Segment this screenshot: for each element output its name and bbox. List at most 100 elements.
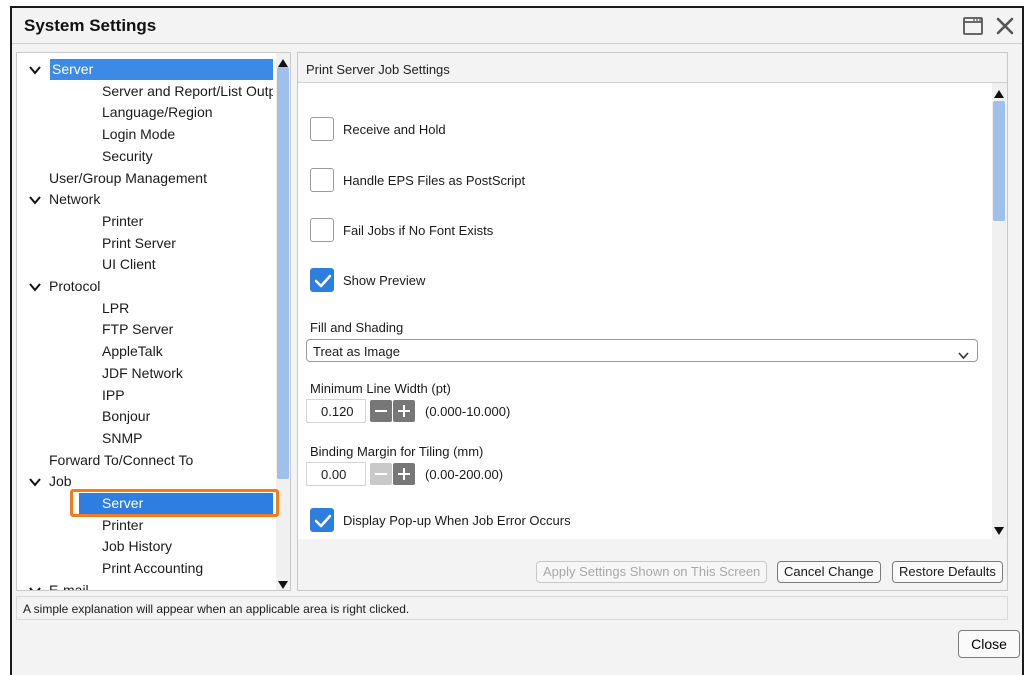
binding-margin-input[interactable] [306,462,366,486]
tree-item[interactable]: Network [17,189,273,210]
min-line-width-input[interactable] [306,399,366,423]
tree-item[interactable]: UI Client [17,254,273,275]
scroll-down-icon[interactable] [994,523,1004,535]
checkbox-box[interactable] [310,117,334,141]
panel-header: Print Server Job Settings [298,53,1007,83]
fill-shading-select[interactable]: Treat as Image [306,339,978,362]
tree-item-label: Server and Report/List Output [102,82,273,99]
tree-item[interactable]: User/Group Management [17,168,273,189]
apply-settings-button[interactable]: Apply Settings Shown on This Screen [536,561,768,583]
checkbox-box[interactable] [310,218,334,242]
min-line-width-range: (0.000-10.000) [425,404,511,419]
tree-item-label: FTP Server [102,321,174,338]
tree-item[interactable]: Protocol [17,276,273,297]
tree-item[interactable]: JDF Network [17,363,273,384]
scroll-up-icon[interactable] [278,55,288,67]
tree-item-label: Job [49,473,72,490]
tree-item[interactable]: Server [29,59,273,80]
tree-item-label: SNMP [102,429,143,446]
tree-item-label: E-mail [49,581,89,591]
status-text: A simple explanation will appear when an… [23,602,410,616]
tree-item-label: IPP [102,386,125,403]
tree-item-label: Login Mode [102,126,176,143]
cancel-change-button[interactable]: Cancel Change [777,561,881,583]
tree-item-label: Server [102,495,144,511]
title-bar: System Settings [12,8,1022,44]
tree-scroll-thumb[interactable] [277,67,289,479]
checkbox-box[interactable] [310,268,334,292]
tree-item[interactable]: Job History [17,536,273,557]
binding-margin-decrement-button[interactable] [370,463,392,485]
fill-shading-label: Fill and Shading [310,320,404,335]
settings-content: Receive and Hold Handle EPS Files as Pos… [298,83,992,539]
tree-item-label: Job History [102,538,173,555]
chevron-down-icon[interactable] [29,65,41,75]
panel-title: Print Server Job Settings [306,62,450,77]
checkbox-label: Show Preview [343,273,426,288]
tree-item[interactable]: Job [17,471,273,492]
tree-item[interactable]: SNMP [17,428,273,449]
tree-item[interactable]: Print Server [17,233,273,254]
tree-item-label: Print Accounting [102,560,204,577]
tree-item-label: JDF Network [102,364,183,381]
tree-item-label: Network [49,191,101,208]
tree-item[interactable]: Server and Report/List Output [17,81,273,102]
tree-item[interactable]: Printer [17,515,273,536]
tree-item[interactable]: Security [17,146,273,167]
tree-item-label: Security [102,147,153,164]
checkbox-label: Fail Jobs if No Font Exists [343,223,494,238]
maximize-icon[interactable] [962,15,984,37]
scroll-up-icon[interactable] [994,86,1004,98]
restore-defaults-button[interactable]: Restore Defaults [892,561,1003,583]
tree-scrollbar[interactable] [276,53,290,590]
tree-item[interactable]: AppleTalk [17,341,273,362]
tree-item-label: Printer [102,212,144,229]
tree-item-label: Server [52,61,94,77]
tree-item[interactable]: Language/Region [17,102,273,123]
tree-item-label: Language/Region [102,104,213,121]
tree-item[interactable]: Forward To/Connect To [17,450,273,471]
chevron-down-icon[interactable] [29,195,41,205]
tree-item-label: UI Client [102,256,156,273]
checkbox-box[interactable] [310,508,334,532]
tree-item[interactable]: Printer [17,211,273,232]
chevron-down-icon [958,347,969,360]
content-scrollbar[interactable] [992,83,1006,539]
min-line-width-decrement-button[interactable] [370,400,392,422]
chevron-down-icon[interactable] [29,477,41,487]
chevron-down-icon[interactable] [29,586,41,591]
tree-item[interactable]: Server [79,493,273,514]
settings-tree: Server Server and Report/List Output Langu… [16,52,291,591]
tree-item[interactable]: FTP Server [17,319,273,340]
tree-item[interactable]: Print Accounting [17,558,273,579]
tree-item[interactable]: LPR [17,298,273,319]
checkbox-box[interactable] [310,168,334,192]
tree-item-label: Forward To/Connect To [49,451,194,468]
close-button[interactable]: Close [958,630,1020,658]
checkmark-icon [314,514,332,528]
tree-item-label: Protocol [49,278,101,294]
tree-item-label: Printer [102,516,144,533]
min-line-width-increment-button[interactable] [393,400,415,422]
window-title: System Settings [24,16,157,35]
select-value: Treat as Image [313,344,400,359]
tree-item-label: AppleTalk [102,343,163,360]
checkbox-label: Handle EPS Files as PostScript [343,173,526,188]
checkbox-label: Receive and Hold [343,122,446,137]
binding-margin-range: (0.00-200.00) [425,467,504,482]
tree-item-label: LPR [102,299,130,316]
scroll-down-icon[interactable] [278,577,288,589]
close-icon[interactable] [994,15,1016,37]
tree-list: Server Server and Report/List Output Langu… [17,53,273,591]
tree-item[interactable]: Login Mode [17,124,273,145]
checkmark-icon [314,274,332,288]
tree-item[interactable]: E-mail [17,580,273,591]
tree-item-label: Bonjour [102,408,151,425]
content-scroll-thumb[interactable] [993,101,1005,221]
binding-margin-increment-button[interactable] [393,463,415,485]
status-bar: A simple explanation will appear when an… [16,596,1008,620]
tree-item[interactable]: Bonjour [17,406,273,427]
tree-item[interactable]: IPP [17,385,273,406]
tree-item-label: User/Group Management [49,169,207,186]
chevron-down-icon[interactable] [29,282,41,292]
